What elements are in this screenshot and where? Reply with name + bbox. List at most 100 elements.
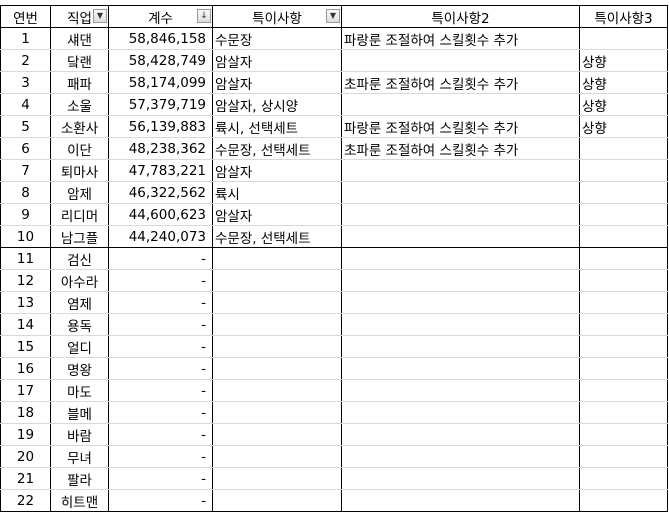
cell-note3[interactable]: 상향 [579, 93, 668, 116]
cell-job[interactable]: 마도 [50, 379, 109, 402]
cell-job[interactable]: 남그플 [50, 225, 109, 248]
cell-num[interactable]: 20 [0, 445, 51, 468]
cell-value[interactable]: 48,238,362 [108, 137, 213, 160]
cell-note1[interactable] [212, 357, 342, 380]
cell-note1[interactable] [212, 467, 342, 490]
cell-num[interactable]: 18 [0, 401, 51, 424]
cell-num[interactable]: 17 [0, 379, 51, 402]
cell-note3[interactable] [579, 423, 668, 446]
cell-note2[interactable] [341, 225, 580, 248]
cell-note1[interactable]: 암살자, 상시양 [212, 93, 342, 116]
cell-note2[interactable] [341, 335, 580, 358]
cell-note3[interactable]: 상향 [579, 71, 668, 94]
cell-num[interactable]: 3 [0, 71, 51, 94]
cell-job[interactable]: 패파 [50, 71, 109, 94]
cell-value[interactable]: - [108, 401, 213, 424]
cell-job[interactable]: 소울 [50, 93, 109, 116]
cell-job[interactable]: 이단 [50, 137, 109, 160]
cell-note1[interactable]: 암살자 [212, 49, 342, 72]
cell-note3[interactable] [579, 225, 668, 248]
cell-num[interactable]: 15 [0, 335, 51, 358]
cell-note2[interactable] [341, 247, 580, 270]
cell-job[interactable]: 암제 [50, 181, 109, 204]
cell-note2[interactable] [341, 49, 580, 72]
header-job[interactable]: 직업 ▼ [50, 5, 109, 28]
cell-num[interactable]: 22 [0, 489, 51, 512]
cell-note3[interactable] [579, 137, 668, 160]
header-num[interactable]: 연번 [0, 5, 51, 28]
cell-value[interactable]: 47,783,221 [108, 159, 213, 182]
cell-value[interactable]: - [108, 423, 213, 446]
cell-job[interactable]: 닼랜 [50, 49, 109, 72]
cell-job[interactable]: 얼디 [50, 335, 109, 358]
cell-note2[interactable] [341, 467, 580, 490]
cell-value[interactable]: - [108, 269, 213, 292]
cell-num[interactable]: 7 [0, 159, 51, 182]
cell-job[interactable]: 퇴마사 [50, 159, 109, 182]
cell-num[interactable]: 13 [0, 291, 51, 314]
cell-note2[interactable]: 파랑룬 조절하여 스킬횟수 추가 [341, 27, 580, 50]
cell-value[interactable]: - [108, 467, 213, 490]
cell-num[interactable]: 4 [0, 93, 51, 116]
cell-job[interactable]: 히트맨 [50, 489, 109, 512]
cell-value[interactable]: 58,846,158 [108, 27, 213, 50]
cell-note3[interactable] [579, 379, 668, 402]
cell-note3[interactable] [579, 159, 668, 182]
cell-value[interactable]: - [108, 247, 213, 270]
cell-note2[interactable] [341, 181, 580, 204]
cell-note1[interactable]: 암살자 [212, 71, 342, 94]
cell-note1[interactable] [212, 291, 342, 314]
cell-note2[interactable] [341, 313, 580, 336]
cell-value[interactable]: - [108, 335, 213, 358]
cell-note2[interactable] [341, 489, 580, 512]
cell-note1[interactable] [212, 313, 342, 336]
cell-num[interactable]: 12 [0, 269, 51, 292]
header-note2[interactable]: 특이사항2 [341, 5, 580, 28]
header-note1[interactable]: 특이사항 ▼ [212, 5, 342, 28]
cell-note3[interactable] [579, 313, 668, 336]
cell-value[interactable]: - [108, 291, 213, 314]
filter-dropdown-icon[interactable]: ▼ [93, 9, 107, 23]
cell-note1[interactable]: 륙시 [212, 181, 342, 204]
cell-note1[interactable]: 수문장 [212, 27, 342, 50]
cell-value[interactable]: 46,322,562 [108, 181, 213, 204]
cell-job[interactable]: 리디머 [50, 203, 109, 226]
cell-note2[interactable] [341, 445, 580, 468]
cell-note1[interactable] [212, 379, 342, 402]
cell-note1[interactable] [212, 445, 342, 468]
cell-num[interactable]: 11 [0, 247, 51, 270]
cell-note3[interactable] [579, 357, 668, 380]
cell-value[interactable]: - [108, 357, 213, 380]
cell-num[interactable]: 6 [0, 137, 51, 160]
cell-note3[interactable] [579, 27, 668, 50]
cell-note3[interactable] [579, 291, 668, 314]
cell-note2[interactable] [341, 291, 580, 314]
cell-num[interactable]: 21 [0, 467, 51, 490]
cell-value[interactable]: 44,240,073 [108, 225, 213, 248]
cell-job[interactable]: 무녀 [50, 445, 109, 468]
cell-note3[interactable] [579, 269, 668, 292]
cell-value[interactable]: - [108, 489, 213, 512]
cell-num[interactable]: 9 [0, 203, 51, 226]
cell-job[interactable]: 아수라 [50, 269, 109, 292]
cell-note1[interactable] [212, 269, 342, 292]
cell-note2[interactable] [341, 159, 580, 182]
cell-note1[interactable] [212, 247, 342, 270]
cell-note2[interactable] [341, 357, 580, 380]
cell-num[interactable]: 2 [0, 49, 51, 72]
cell-note3[interactable] [579, 181, 668, 204]
cell-note3[interactable]: 상향 [579, 49, 668, 72]
header-value[interactable]: 계수 ↓ [108, 5, 213, 28]
cell-job[interactable]: 소환사 [50, 115, 109, 138]
header-note3[interactable]: 특이사항3 [579, 5, 668, 28]
cell-note3[interactable] [579, 489, 668, 512]
cell-note2[interactable] [341, 269, 580, 292]
cell-note3[interactable] [579, 203, 668, 226]
cell-note3[interactable] [579, 247, 668, 270]
cell-note2[interactable] [341, 423, 580, 446]
cell-note3[interactable] [579, 401, 668, 424]
cell-num[interactable]: 1 [0, 27, 51, 50]
cell-num[interactable]: 5 [0, 115, 51, 138]
cell-value[interactable]: 58,428,749 [108, 49, 213, 72]
cell-num[interactable]: 14 [0, 313, 51, 336]
